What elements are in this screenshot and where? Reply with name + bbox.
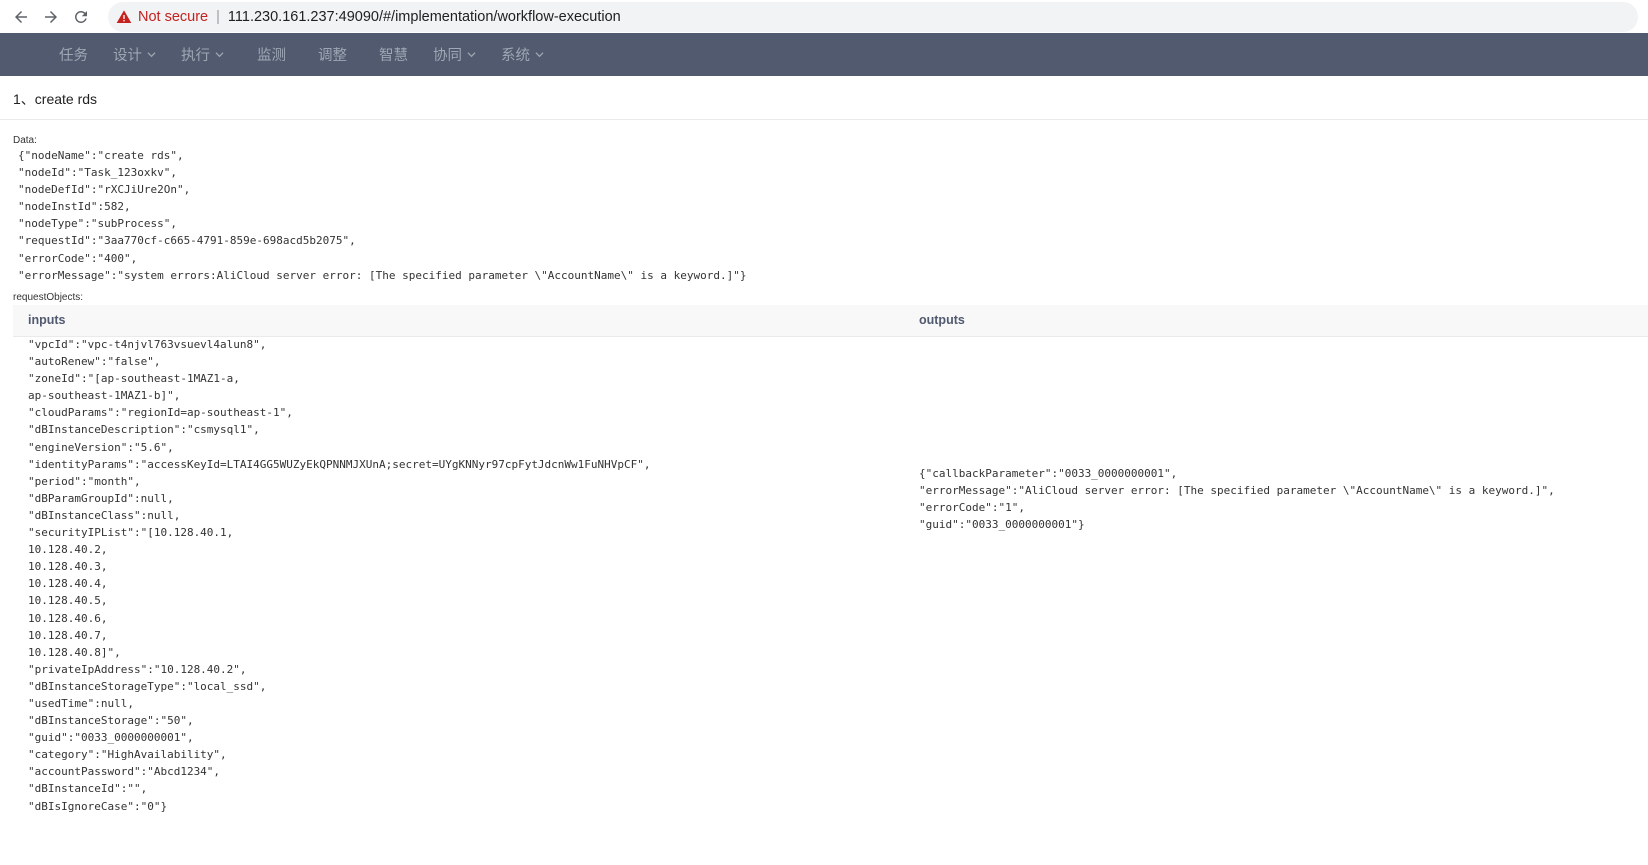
code-line: "usedTime":null, <box>28 696 134 710</box>
code-line: "guid":"0033_0000000001"} <box>919 518 1085 532</box>
warning-icon <box>116 9 132 23</box>
reload-icon <box>74 10 87 23</box>
arrow-left-icon <box>15 10 27 23</box>
nav-item-design[interactable]: 设计 <box>113 33 156 76</box>
code-line: "zoneId":"[ap-southeast-1MAZ1-a, <box>28 372 240 386</box>
table-header: inputs outputs <box>13 305 1648 337</box>
nav-item-collaborate[interactable]: 协同 <box>433 33 476 76</box>
outputs-cell: {"callbackParameter":"0033_0000000001", "… <box>919 465 1555 533</box>
nav-item-label: 系统 <box>501 48 530 64</box>
chevron-down-icon <box>147 52 156 58</box>
code-line: "privateIpAddress":"10.128.40.2", <box>28 662 247 676</box>
nav-item-label: 调整 <box>318 48 347 64</box>
code-line: "autoRenew":"false", <box>28 355 161 369</box>
url-text[interactable]: 111.230.161.237:49090/#/implementation/w… <box>228 9 621 25</box>
code-line: 10.128.40.2, <box>28 543 108 557</box>
code-line: "vpcId":"vpc-t4njvl763vsuevl4alun8", <box>28 338 267 351</box>
code-line: 10.128.40.6, <box>28 611 108 625</box>
nav-item-label: 设计 <box>113 48 142 64</box>
nav-item-execute[interactable]: 执行 <box>181 33 224 76</box>
code-line: 10.128.40.5, <box>28 594 108 608</box>
code-line: "nodeInstId":582, <box>18 200 131 214</box>
code-line: "dBInstanceDescription":"csmysql1", <box>28 423 260 437</box>
code-line: "cloudParams":"regionId=ap-southeast-1", <box>28 406 293 420</box>
column-header-outputs: outputs <box>919 313 965 327</box>
code-line: 10.128.40.3, <box>28 560 108 574</box>
code-line: "dBParamGroupId":null, <box>28 491 174 505</box>
code-line: "dBIsIgnoreCase":"0"} <box>28 799 168 813</box>
code-line: "period":"month", <box>28 474 141 488</box>
code-line: "identityParams":"accessKeyId=LTAI4GG5WU… <box>28 457 651 471</box>
nav-item-intelligence[interactable]: 智慧 <box>379 33 408 76</box>
code-line: "requestId":"3aa770cf-c665-4791-859e-698… <box>18 234 356 248</box>
chevron-down-icon <box>535 52 544 58</box>
code-line: {"nodeName":"create rds", <box>18 149 184 162</box>
code-line: "accountPassword":"Abcd1234", <box>28 765 221 779</box>
code-line: 10.128.40.8]", <box>28 645 121 659</box>
nav-item-label: 协同 <box>433 48 462 64</box>
nav-item-monitor[interactable]: 监测 <box>257 33 286 76</box>
code-line: "errorMessage":"AliCloud server error: [… <box>919 484 1555 498</box>
divider <box>0 119 1648 120</box>
code-line: "engineVersion":"5.6", <box>28 440 174 454</box>
chevron-down-icon <box>467 52 476 58</box>
security-status[interactable]: Not secure <box>138 9 208 25</box>
code-line: "securityIPList":"[10.128.40.1, <box>28 526 234 540</box>
nav-item-tasks[interactable]: 任务 <box>59 33 88 76</box>
code-line: ap-southeast-1MAZ1-b]", <box>28 389 181 403</box>
data-label: Data: <box>13 135 37 146</box>
code-line: {"callbackParameter":"0033_0000000001", <box>919 467 1178 480</box>
code-line: "category":"HighAvailability", <box>28 748 227 762</box>
top-navigation: 任务 设计 执行 监测 调整 智慧 协同 系统 <box>0 33 1648 76</box>
code-line: "errorMessage":"system errors:AliCloud s… <box>18 268 747 282</box>
code-line: "errorCode":"400", <box>18 251 138 265</box>
code-line: "nodeId":"Task_123oxkv", <box>18 166 177 180</box>
code-line: "errorCode":"1", <box>919 501 1025 515</box>
task-title: 1、create rds <box>13 91 98 107</box>
code-line: "dBInstanceClass":null, <box>28 508 181 522</box>
url-separator: | <box>216 8 220 25</box>
inputs-cell: "vpcId":"vpc-t4njvl763vsuevl4alun8", "aut… <box>28 336 651 815</box>
data-json: {"nodeName":"create rds", "nodeId":"Task_… <box>18 147 746 284</box>
nav-item-label: 执行 <box>181 48 210 64</box>
code-line: "dBInstanceId":"", <box>28 782 148 796</box>
nav-item-system[interactable]: 系统 <box>501 33 544 76</box>
browser-toolbar: Not secure | 111.230.161.237:49090/#/imp… <box>0 0 1648 33</box>
nav-item-label: 智慧 <box>379 48 408 64</box>
code-line: "dBInstanceStorageType":"local_ssd", <box>28 679 267 693</box>
address-bar[interactable]: Not secure | 111.230.161.237:49090/#/imp… <box>108 1 1638 32</box>
code-line: "guid":"0033_0000000001", <box>28 731 194 745</box>
column-header-inputs: inputs <box>28 313 66 327</box>
code-line: "nodeType":"subProcess", <box>18 217 177 231</box>
code-line: 10.128.40.7, <box>28 628 108 642</box>
chevron-down-icon <box>215 52 224 58</box>
forward-button[interactable] <box>38 4 64 30</box>
code-line: "nodeDefId":"rXCJiUre2On", <box>18 183 191 197</box>
nav-item-label: 监测 <box>257 48 286 64</box>
nav-item-label: 任务 <box>59 48 88 64</box>
request-objects-label: requestObjects: <box>13 292 84 303</box>
arrow-right-icon <box>45 10 57 23</box>
code-line: 10.128.40.4, <box>28 577 108 591</box>
reload-button[interactable] <box>68 4 94 30</box>
back-button[interactable] <box>8 4 34 30</box>
code-line: "dBInstanceStorage":"50", <box>28 714 194 728</box>
nav-item-adjust[interactable]: 调整 <box>318 33 347 76</box>
